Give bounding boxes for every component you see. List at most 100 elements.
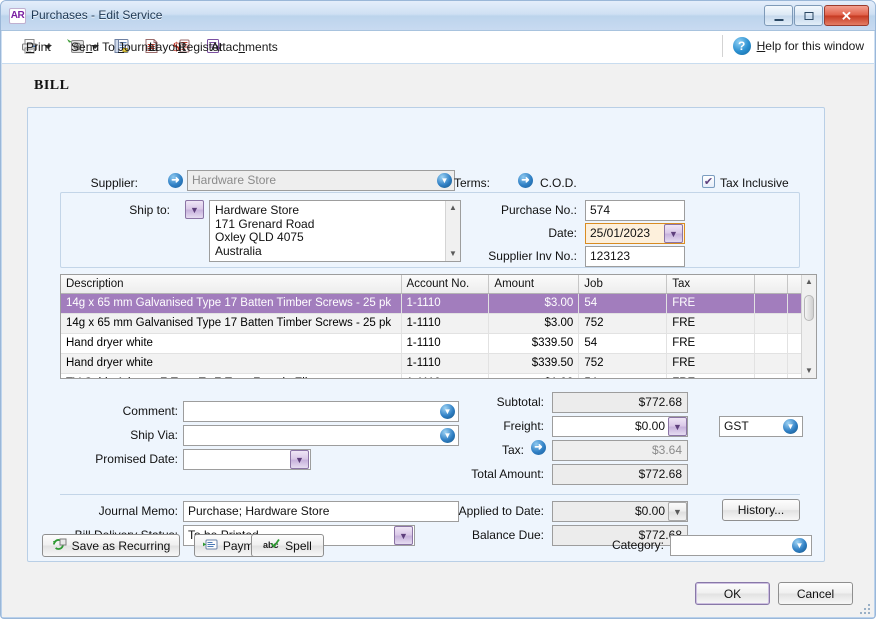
title-bar: AR Purchases - Edit Service ✕ [1,1,875,31]
cell-job[interactable]: 752 [579,354,667,373]
resize-grip[interactable] [858,602,870,614]
help-link[interactable]: Help for this window [757,39,864,53]
table-row[interactable]: Hand dryer white1-1110$339.50752FRE [61,354,816,374]
toolbar-send-to-button[interactable]: Send To [59,34,106,60]
grid-col-account[interactable]: Account No. [402,275,490,293]
window-title: Purchases - Edit Service [31,8,162,22]
table-row[interactable]: Hand dryer white1-1110$339.5054FRE [61,334,816,354]
category-input[interactable] [670,535,812,556]
cell-account[interactable]: 1-1110 [402,334,490,353]
freight-label: Freight: [448,419,544,433]
cell-extra[interactable] [755,294,788,313]
cell-account[interactable]: 1-1110 [402,374,490,379]
cell-amount[interactable]: $3.00 [489,314,579,333]
cell-extra[interactable] [755,354,788,373]
freight-dropdown-icon[interactable]: ▼ [668,417,687,436]
ship-to-scrollbar[interactable]: ▲ ▼ [445,201,460,261]
ship-to-address[interactable]: Hardware Store 171 Grenard Road Oxley QL… [209,200,461,262]
bill-form-panel: Supplier: ➜ Hardware Store ▼ Terms: ➜ C.… [27,107,825,562]
spell-button[interactable]: abc Spell [251,534,324,557]
promised-date-picker-icon[interactable]: ▼ [290,450,309,469]
save-as-recurring-button[interactable]: Save as Recurring [42,534,180,557]
cell-tax[interactable]: FRE [667,354,755,373]
ship-via-input[interactable] [183,425,459,446]
cell-extra[interactable] [755,334,788,353]
grid-scrollbar[interactable]: ▲ ▼ [801,275,816,378]
cell-description[interactable]: 14g x 65 mm Galvanised Type 17 Batten Ti… [61,294,402,313]
tax-inclusive-checkbox[interactable]: ✔ [702,175,715,188]
cell-extra[interactable] [755,374,788,379]
cell-description[interactable]: 14g x 65 mm Galvanised Type 17 Batten Ti… [61,314,402,333]
cell-job[interactable]: 54 [579,374,667,379]
spellcheck-icon: abc [263,538,280,554]
supplier-input[interactable]: Hardware Store [187,170,455,191]
tax-drilldown-arrow-icon[interactable]: ➜ [531,440,546,455]
balance-due-label: Balance Due: [448,528,544,542]
ship-to-dropdown-icon[interactable]: ▼ [185,200,204,219]
cell-job[interactable]: 752 [579,314,667,333]
grid-scroll-thumb[interactable] [804,295,814,321]
date-picker-icon[interactable]: ▼ [664,224,683,243]
cell-job[interactable]: 54 [579,294,667,313]
grid-scroll-down-icon[interactable]: ▼ [802,364,816,378]
toolbar-print-button[interactable]: Print [14,34,59,60]
grid-col-tax[interactable]: Tax [667,275,755,293]
cell-account[interactable]: 1-1110 [402,314,490,333]
cell-job[interactable]: 54 [579,334,667,353]
bill-delivery-status-dropdown-icon[interactable]: ▼ [394,526,413,545]
table-row[interactable]: 14g x 65 mm Galvanised Type 17 Batten Ti… [61,294,816,314]
cell-amount[interactable]: $3.00 [489,294,579,313]
shipping-details-panel: Ship to: ▼ Hardware Store 171 Grenard Ro… [60,192,800,268]
cell-tax[interactable]: FRE [667,314,755,333]
tax-label: Tax: [448,443,524,457]
grid-col-amount[interactable]: Amount [489,275,579,293]
ship-to-label: Ship to: [120,203,170,217]
page-title: BILL [34,78,69,94]
scroll-up-icon[interactable]: ▲ [449,201,457,215]
cell-description[interactable]: Hand dryer white [61,334,402,353]
journal-memo-label: Journal Memo: [70,504,178,518]
supplier-drilldown-arrow-icon[interactable]: ➜ [168,173,183,188]
ok-label: OK [724,587,741,601]
ok-button[interactable]: OK [695,582,770,605]
scroll-down-icon[interactable]: ▼ [449,247,457,261]
date-label: Date: [481,226,577,240]
line-items-grid[interactable]: Description Account No. Amount Job Tax 1… [60,274,817,379]
cell-description[interactable]: Hand dryer white [61,354,402,373]
grid-col-description[interactable]: Description [61,275,402,293]
applied-to-date-label: Applied to Date: [432,504,544,518]
cell-amount[interactable]: $1.92 [489,374,579,379]
applied-to-date-dropdown-icon[interactable]: ▼ [668,502,687,521]
comment-input[interactable] [183,401,459,422]
purchase-no-input[interactable]: 574 [585,200,685,221]
recurring-icon [52,538,67,554]
question-mark-icon[interactable]: ? [733,37,751,55]
category-dropdown-icon[interactable]: ▼ [792,538,807,553]
terms-drilldown-arrow-icon[interactable]: ➜ [518,173,533,188]
cell-account[interactable]: 1-1110 [402,354,490,373]
cell-amount[interactable]: $339.50 [489,354,579,373]
app-badge-icon: AR [9,8,26,24]
table-row[interactable]: 14g x 65 mm Galvanised Type 17 Batten Ti… [61,314,816,334]
table-row[interactable]: TV Cable Adaptor F-Type To F-Type Female… [61,374,816,379]
cell-extra[interactable] [755,314,788,333]
cell-description[interactable]: TV Cable Adaptor F-Type To F-Type Female… [61,374,402,379]
grid-scroll-up-icon[interactable]: ▲ [802,275,816,289]
grid-col-job[interactable]: Job [579,275,667,293]
cell-account[interactable]: 1-1110 [402,294,490,313]
toolbar-attachments-label: Attachments [211,40,278,54]
minimize-button[interactable] [764,5,793,26]
maximize-button[interactable] [794,5,823,26]
supplier-inv-input[interactable]: 123123 [585,246,685,267]
cell-tax[interactable]: FRE [667,334,755,353]
journal-memo-input[interactable]: Purchase; Hardware Store [183,501,459,522]
grid-col-extra-1[interactable] [755,275,788,293]
cell-amount[interactable]: $339.50 [489,334,579,353]
cell-tax[interactable]: FRE [667,374,755,379]
close-button[interactable]: ✕ [824,5,869,26]
freight-tax-code-dropdown-icon[interactable]: ▼ [783,419,798,434]
cancel-button[interactable]: Cancel [778,582,853,605]
minimize-icon [774,19,783,21]
cell-tax[interactable]: FRE [667,294,755,313]
history-button[interactable]: History... [722,499,800,521]
